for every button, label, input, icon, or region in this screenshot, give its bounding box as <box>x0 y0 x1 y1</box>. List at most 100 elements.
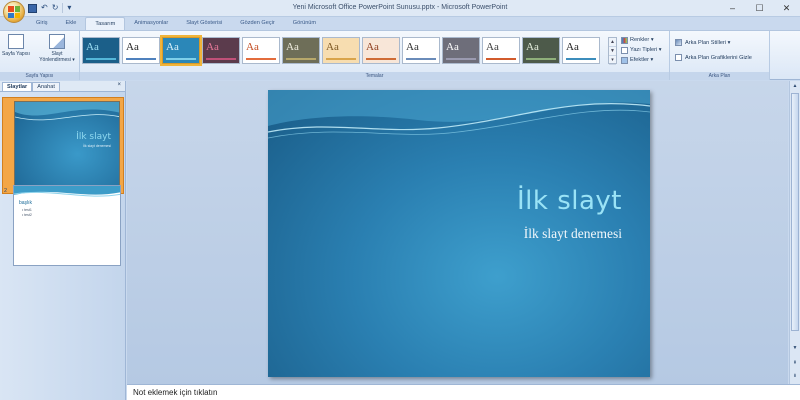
current-slide[interactable]: İlk slayt İlk slayt denemesi <box>268 90 650 377</box>
hide-background-graphics-checkbox[interactable]: Arka Plan Grafiklerini Gizle <box>675 54 752 61</box>
theme-thumbnail[interactable]: Aa <box>402 37 440 64</box>
theme-sample-text: Aa <box>406 41 419 53</box>
background-styles-button[interactable]: Arka Plan Stilleri ▾ <box>675 39 730 46</box>
background-styles-label: Arka Plan Stilleri ▾ <box>685 39 731 46</box>
title-bar: ↶ ↻ ▾ Yeni Microsoft Office PowerPoint S… <box>0 0 800 17</box>
page-setup-group: Sayfa Yapısı Slayt Yönlendirmesi ▾ Sayfa… <box>0 31 80 80</box>
tab-slayt-gosterisi[interactable]: Slayt Gösterisi <box>177 17 231 30</box>
slides-panel: Slaytlar Anahat × 1 İlk slayt İlk slayt … <box>0 81 126 400</box>
theme-sample-text: Aa <box>126 41 139 53</box>
tab-gozden-gecir[interactable]: Gözden Geçir <box>231 17 284 30</box>
slide-thumbnail-1[interactable]: İlk slayt İlk slayt denemesi <box>2 97 124 194</box>
effects-label: Efektler ▾ <box>630 57 654 63</box>
theme-thumbnail[interactable]: Aa <box>282 37 320 64</box>
colors-button[interactable]: Renkler ▾ <box>621 35 662 45</box>
theme-thumbnail[interactable]: Aa <box>482 37 520 64</box>
slide-subtitle[interactable]: İlk slayt denemesi <box>524 226 622 242</box>
office-logo-icon <box>8 6 20 18</box>
theme-thumbnail[interactable]: Aa <box>522 37 560 64</box>
theme-color-bar <box>126 58 156 60</box>
theme-color-bar <box>526 58 556 60</box>
close-button[interactable]: ✕ <box>773 0 800 16</box>
theme-sample-text: Aa <box>566 41 579 53</box>
theme-thumbnail[interactable]: Aa <box>160 35 202 66</box>
theme-sample-text: Aa <box>326 41 339 53</box>
colors-label: Renkler ▾ <box>630 37 654 43</box>
maximize-button[interactable]: ☐ <box>746 0 773 16</box>
effects-button[interactable]: Efektler ▾ <box>621 55 662 65</box>
theme-sample-text: Aa <box>526 41 539 53</box>
gallery-scroll[interactable]: ▲ ▼ ▾ <box>608 37 617 65</box>
minimize-button[interactable]: – <box>719 0 746 16</box>
page-setup-button[interactable]: Sayfa Yapısı <box>2 34 30 57</box>
window-title: Yeni Microsoft Office PowerPoint Sunusu.… <box>292 4 508 11</box>
next-slide-icon[interactable]: ⇟ <box>790 371 800 381</box>
themes-group-label: Temalar <box>80 72 669 80</box>
orientation-label: Slayt Yönlendirmesi ▾ <box>39 51 75 63</box>
slide-number: 2 <box>4 188 8 194</box>
previous-slide-icon[interactable]: ⇞ <box>790 358 800 368</box>
tab-ekle[interactable]: Ekle <box>57 17 86 30</box>
page-setup-icon <box>8 34 24 49</box>
theme-thumbnail[interactable]: Aa <box>562 37 600 64</box>
theme-thumbnail[interactable]: Aa <box>242 37 280 64</box>
office-button[interactable] <box>3 1 25 23</box>
theme-color-bar <box>286 58 316 60</box>
tab-slides[interactable]: Slaytlar <box>2 82 33 91</box>
theme-gallery: Aa Aa Aa Aa Aa Aa Aa Aa Aa Aa Aa Aa Aa <box>82 35 600 66</box>
theme-sample-text: Aa <box>246 41 259 53</box>
scroll-thumb[interactable] <box>791 93 799 331</box>
notes-placeholder[interactable]: Not eklemek için tıklatın <box>133 388 217 397</box>
theme-thumbnail[interactable]: Aa <box>442 37 480 64</box>
ribbon: Sayfa Yapısı Slayt Yönlendirmesi ▾ Sayfa… <box>0 30 800 80</box>
theme-color-bar <box>326 58 356 60</box>
panel-close-icon[interactable]: × <box>117 82 121 88</box>
thumbnail-2-title: başlık <box>19 200 33 206</box>
theme-thumbnail[interactable]: Aa <box>322 37 360 64</box>
theme-thumbnail[interactable]: Aa <box>122 37 160 64</box>
thumbnail-2-waves <box>14 186 120 197</box>
slide-title[interactable]: İlk slayt <box>517 186 622 216</box>
scroll-down-icon[interactable]: ▼ <box>790 343 800 353</box>
theme-sample-text: Aa <box>206 41 219 53</box>
ribbon-tabs: Giriş Ekle Tasarım Animasyonlar Slayt Gö… <box>27 17 325 30</box>
scroll-up-icon[interactable]: ▲ <box>790 81 800 91</box>
notes-pane[interactable]: Not eklemek için tıklatın <box>127 384 800 400</box>
theme-color-bar <box>566 58 596 60</box>
theme-color-bar <box>486 58 516 60</box>
checkbox-icon <box>675 54 682 61</box>
theme-color-bar <box>246 58 276 60</box>
thumbnail-2-bullet: • test1 <box>22 208 32 212</box>
tab-animasyonlar[interactable]: Animasyonlar <box>125 17 177 30</box>
slide-editor: İlk slayt İlk slayt denemesi <box>127 81 788 384</box>
gallery-up-icon[interactable]: ▲ <box>609 38 616 47</box>
window-controls: – ☐ ✕ <box>719 0 800 16</box>
background-group-label: Arka Plan <box>670 72 769 80</box>
theme-thumbnail[interactable]: Aa <box>362 37 400 64</box>
background-styles-icon <box>675 39 682 46</box>
theme-thumbnail[interactable]: Aa <box>202 37 240 64</box>
effects-icon <box>621 56 628 64</box>
page-setup-label: Sayfa Yapısı <box>2 51 30 57</box>
tab-tasarim[interactable]: Tasarım <box>85 17 126 30</box>
gallery-down-icon[interactable]: ▼ <box>609 47 616 56</box>
fonts-button[interactable]: Yazı Tipleri ▾ <box>621 45 662 55</box>
fonts-icon <box>621 46 628 54</box>
tab-giris[interactable]: Giriş <box>27 17 57 30</box>
page-setup-group-label: Sayfa Yapısı <box>0 72 79 80</box>
slide-thumbnail-2[interactable]: başlık • test1 • test2 <box>13 185 121 266</box>
slide-orientation-button[interactable]: Slayt Yönlendirmesi ▾ <box>36 34 78 63</box>
tab-outline[interactable]: Anahat <box>32 82 60 91</box>
tab-gorunum[interactable]: Görünüm <box>284 17 325 30</box>
gallery-more-icon[interactable]: ▾ <box>609 56 616 65</box>
theme-sample-text: Aa <box>446 41 459 53</box>
theme-sample-text: Aa <box>486 41 499 53</box>
vertical-scrollbar[interactable]: ▲ ▼ ⇞ ⇟ <box>789 81 800 384</box>
theme-thumbnail[interactable]: Aa <box>82 37 120 64</box>
theme-color-bar <box>166 58 196 60</box>
theme-color-bar <box>446 58 476 60</box>
thumbnail-1-title: İlk slayt <box>76 132 111 142</box>
theme-color-bar <box>206 58 236 60</box>
fonts-label: Yazı Tipleri ▾ <box>630 47 662 53</box>
thumbnail-1-subtitle: İlk slayt denemesi <box>83 144 111 148</box>
